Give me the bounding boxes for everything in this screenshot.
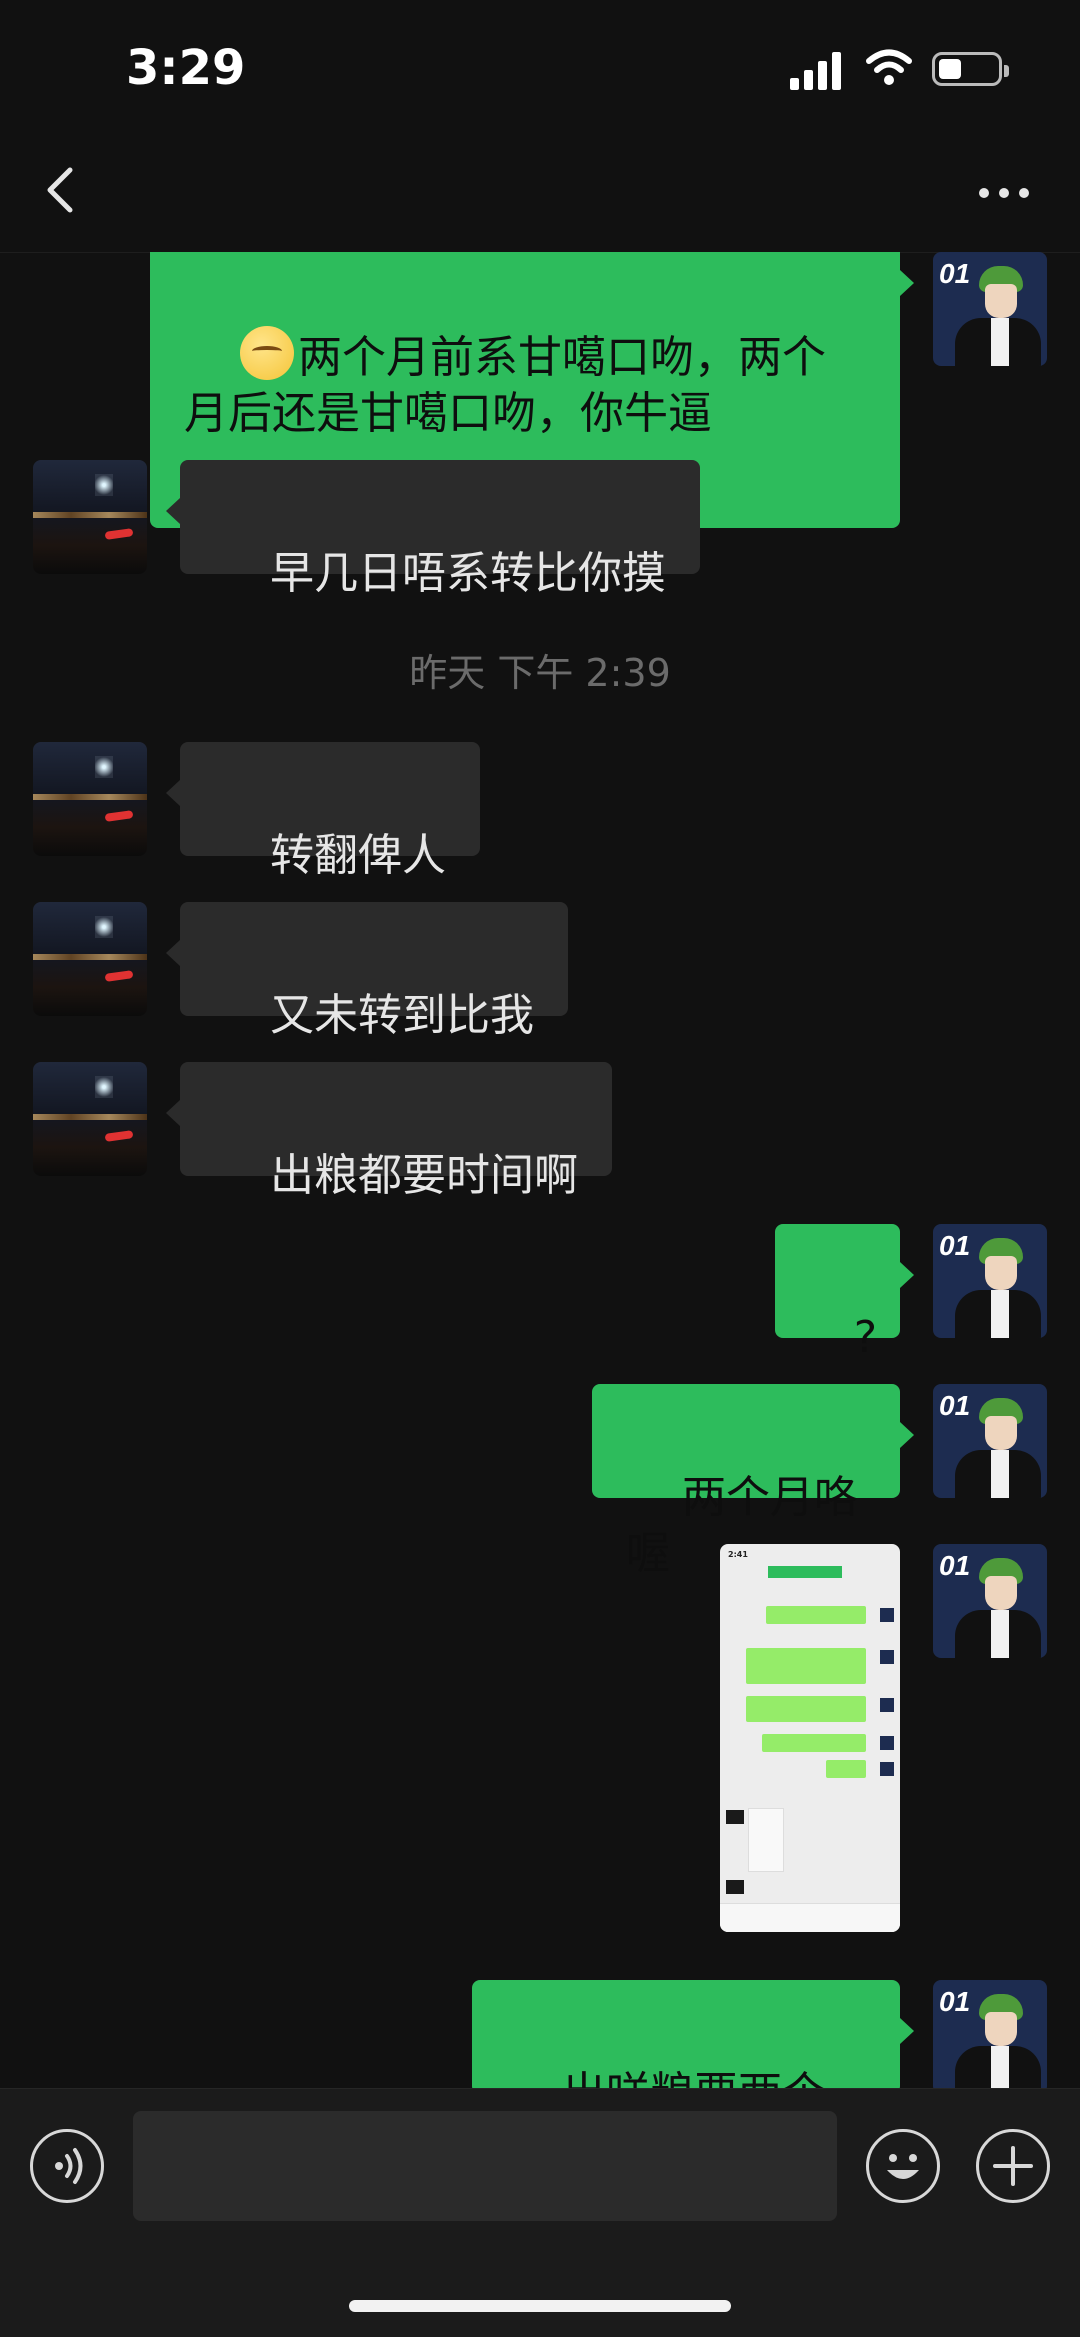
avatar[interactable]: 01 (933, 1384, 1047, 1498)
message-text: ? (853, 1312, 878, 1363)
message-list[interactable]: 01 两个月前系甘噶口吻，两个月后还是甘噶口吻，你牛逼 早几日唔系转比你摸 昨天… (0, 252, 1080, 2088)
more-dots-icon[interactable] (976, 185, 1032, 201)
avatar[interactable] (33, 1062, 147, 1176)
message-bubble[interactable]: ? (775, 1224, 914, 1363)
message-text: 出咩粮要两个月? (506, 2068, 826, 2088)
avatar[interactable] (33, 742, 147, 856)
voice-icon[interactable] (30, 2129, 104, 2203)
avatar[interactable] (33, 902, 147, 1016)
avatar[interactable]: 01 (933, 1224, 1047, 1338)
avatar[interactable]: 01 (933, 1980, 1047, 2088)
avatar[interactable] (33, 460, 147, 574)
message-bubble[interactable]: 转翻俾人 (166, 742, 480, 881)
message-text: 又未转到比我 (269, 990, 534, 1041)
image-message-thumbnail[interactable]: 2:41 (720, 1544, 900, 1932)
message-bubble[interactable]: 出粮都要时间啊 (166, 1062, 612, 1201)
message-bubble[interactable]: 早几日唔系转比你摸 (166, 460, 700, 599)
status-bar: 3:29 (0, 0, 1080, 140)
thumbnail-time: 2:41 (728, 1550, 748, 1559)
avatar[interactable]: 01 (933, 1544, 1047, 1658)
signal-icon (790, 52, 842, 90)
chat-header (0, 140, 1080, 253)
message-text: 早几日唔系转比你摸 (269, 548, 666, 599)
status-time: 3:29 (126, 40, 246, 96)
emoji-icon[interactable] (866, 2129, 940, 2203)
message-input[interactable] (133, 2111, 837, 2221)
smirking-face-emoji-icon (239, 326, 294, 380)
battery-icon (932, 52, 1009, 86)
wifi-icon (866, 49, 912, 85)
avatar[interactable]: 01 (933, 252, 1047, 366)
message-text: 转翻俾人 (269, 830, 446, 881)
message-text: 出粮都要时间啊 (269, 1150, 578, 1201)
timestamp: 昨天 下午 2:39 (409, 651, 671, 695)
chevron-left-icon[interactable] (40, 160, 80, 220)
home-indicator[interactable] (349, 2300, 731, 2312)
message-bubble[interactable]: 两个月咯喔 (592, 1384, 914, 1579)
plus-icon[interactable] (976, 2129, 1050, 2203)
message-bubble[interactable]: 出咩粮要两个月? (472, 1980, 914, 2088)
message-bubble[interactable]: 又未转到比我 (166, 902, 568, 1041)
